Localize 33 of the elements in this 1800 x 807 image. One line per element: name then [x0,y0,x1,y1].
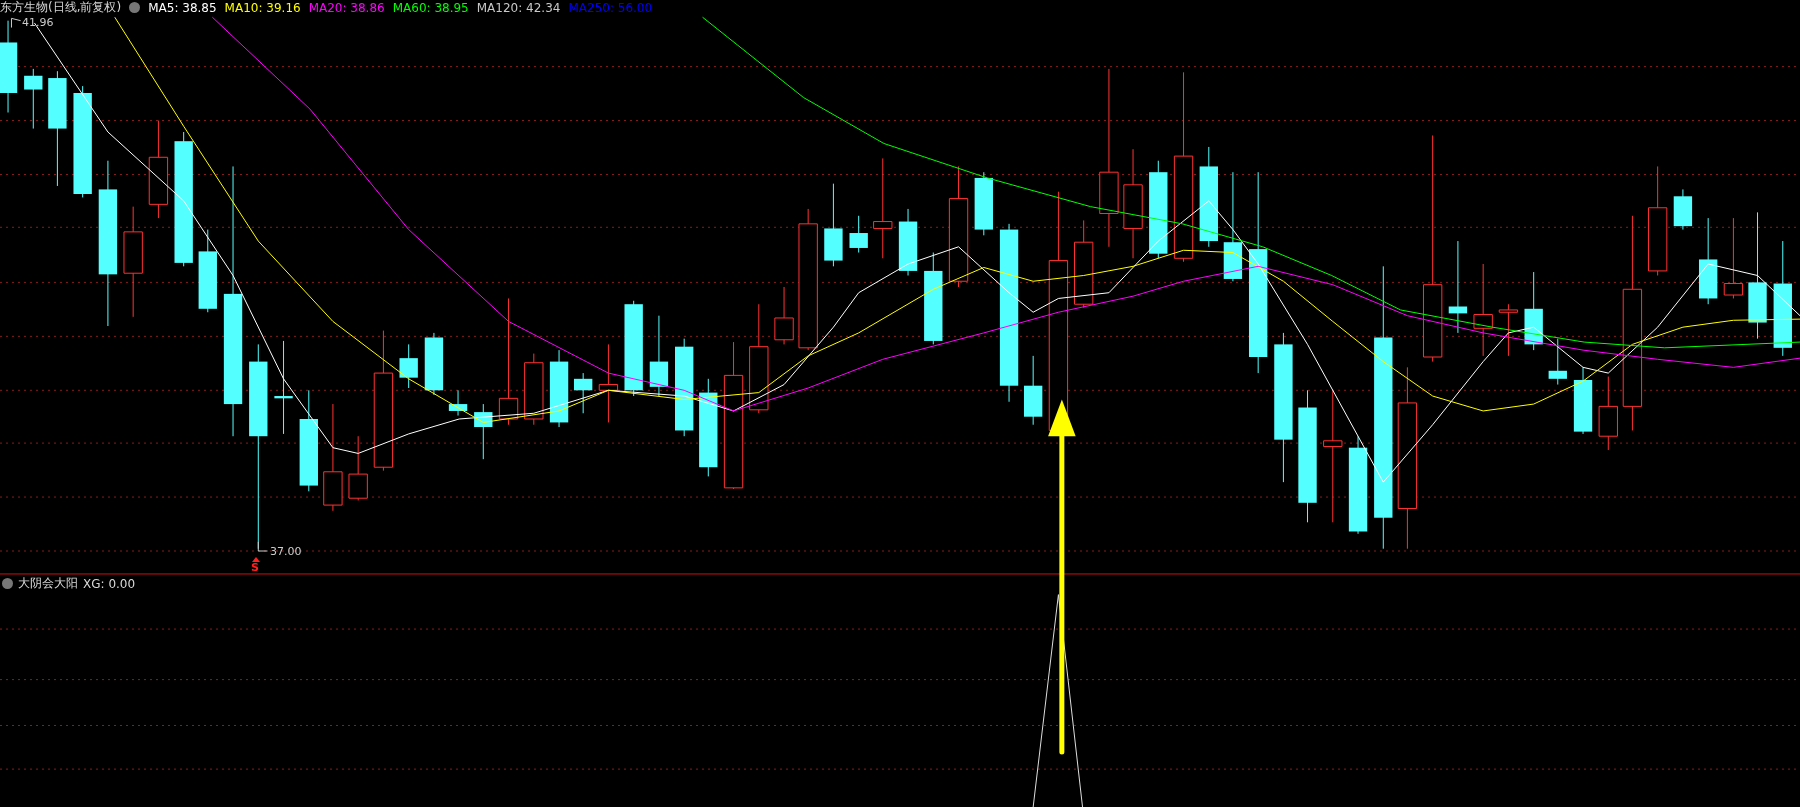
indicator-title: 大阴会大阳 [18,575,78,592]
candlestick [849,215,868,254]
candlestick [1498,303,1519,357]
moving-average-label: MA10: 39.16 [224,0,301,15]
signal-marker: S [251,562,259,573]
candlestick [1673,188,1693,231]
dropdown-icon[interactable] [2,578,13,589]
candlestick [1024,355,1043,426]
moving-average-label: MA60: 38.95 [392,0,469,15]
stock-title: 东方生物(日线,前复权) [0,0,122,16]
candlestick [448,389,468,417]
candlestick [898,208,918,276]
candlestick [574,372,593,414]
candlestick [974,171,993,236]
candlestick [474,403,493,460]
moving-average-label: MA20: 38.86 [308,0,385,15]
dropdown-icon[interactable] [129,2,141,13]
candlestick [1573,366,1593,435]
indicator-reading: XG: 0.00 [83,576,136,591]
leader-line [11,17,22,29]
candlestick [1548,338,1567,386]
candlestick [348,435,368,501]
candlestick [24,68,43,130]
candlestick [774,286,794,345]
moving-average-label: MA120: 42.34 [476,0,561,15]
candlestick [399,343,418,389]
leader-line [257,541,268,552]
candlestick [424,332,444,396]
moving-average-label: MA5: 38.85 [148,0,217,15]
up-arrow-icon [252,557,260,562]
moving-average-label: MA250: 56.00 [568,0,653,15]
price-label: 41.96 [22,16,54,29]
price-label: 37.00 [270,545,302,558]
